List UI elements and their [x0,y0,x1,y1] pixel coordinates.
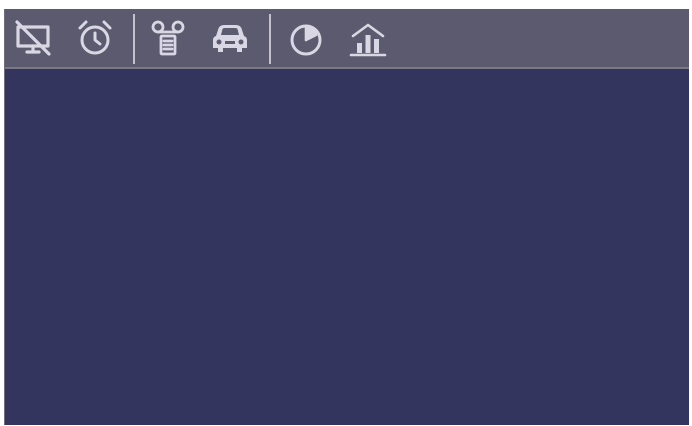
car-button[interactable] [207,15,253,61]
workspace-canvas[interactable] [5,69,689,425]
alarm-button[interactable] [72,15,118,61]
toolbar-separator [269,14,271,64]
bar-chart-icon [347,17,389,59]
voicemail-icon [147,17,189,59]
car-icon [209,17,251,59]
app-window [5,9,689,425]
voicemail-button[interactable] [145,15,191,61]
monitor-off-button[interactable] [10,15,56,61]
pie-chart-icon [285,17,327,59]
pie-chart-button[interactable] [283,15,329,61]
toolbar [5,9,689,69]
bar-chart-button[interactable] [345,15,391,61]
alarm-clock-icon [74,17,116,59]
monitor-off-icon [12,17,54,59]
toolbar-separator [133,14,135,64]
